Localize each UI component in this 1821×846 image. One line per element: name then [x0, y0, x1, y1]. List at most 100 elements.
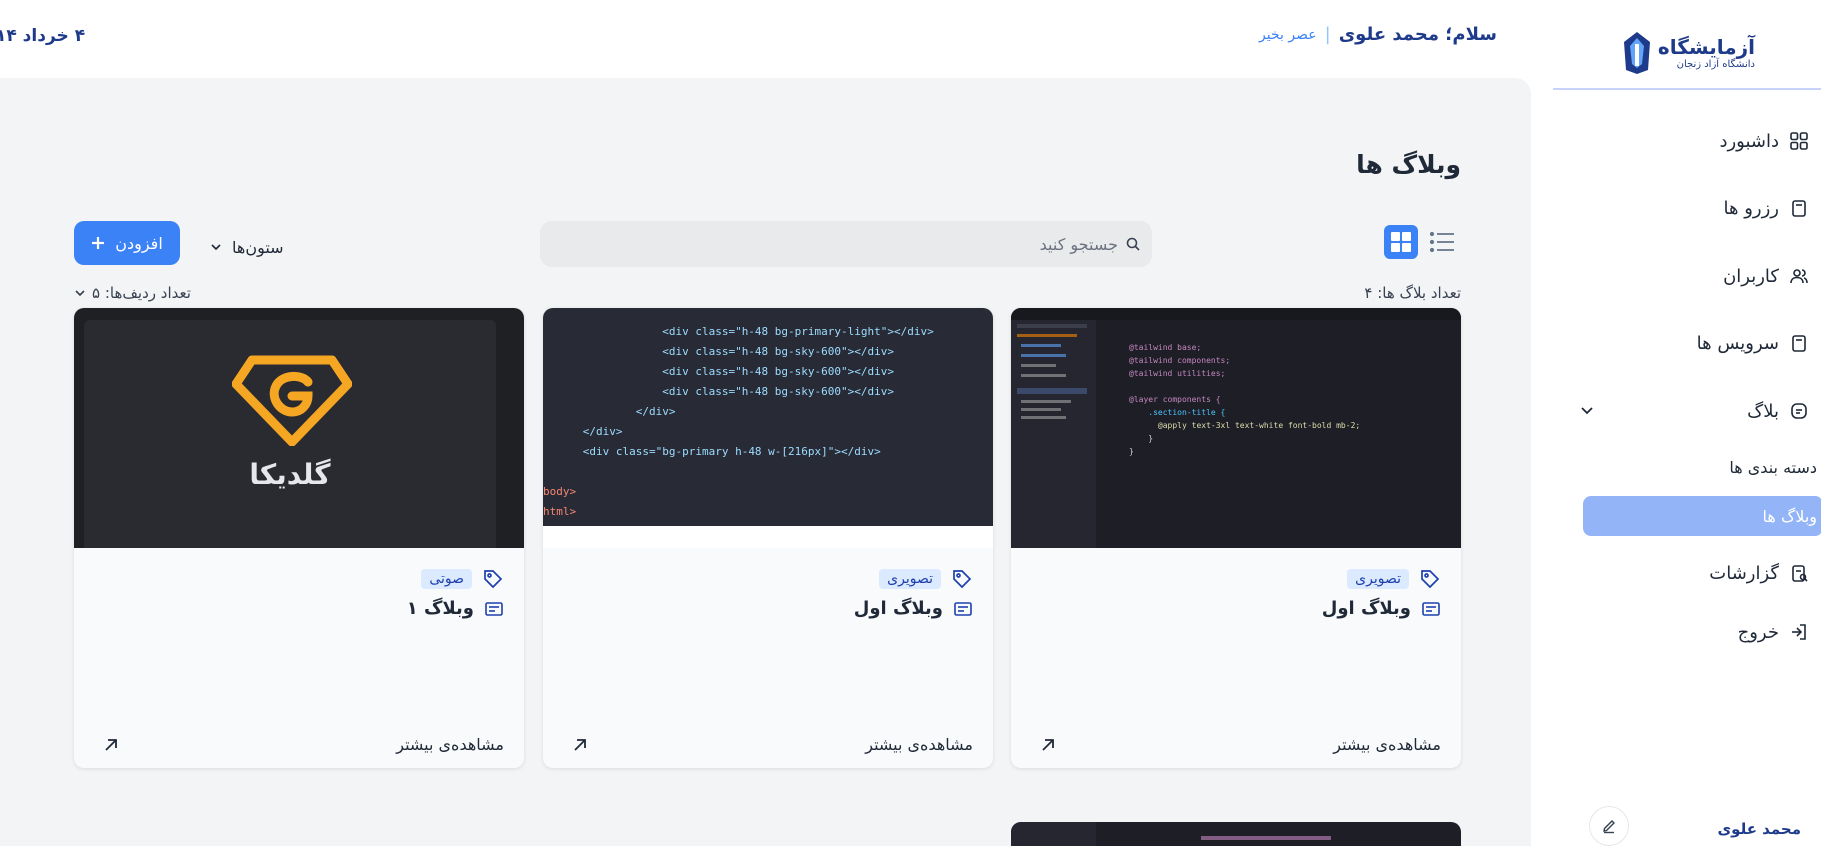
sidebar-item-services[interactable]: سرویس ها: [1697, 323, 1809, 363]
css-line: @tailwind base;: [1129, 343, 1202, 352]
sidebar-item-label: بلاگ: [1747, 400, 1779, 422]
dashboard-icon: [1789, 131, 1809, 151]
time-of-day: عصر بخیر: [1259, 26, 1317, 43]
sidebar-item-dashboard[interactable]: داشبورد: [1719, 121, 1809, 161]
logout-icon: [1789, 622, 1809, 642]
css-line: @tailwind utilities;: [1129, 369, 1226, 378]
sidebar-subitem-blogs[interactable]: وبلاگ ها: [1583, 496, 1821, 536]
goldika-wordmark: گلدیکا: [249, 458, 331, 491]
sidebar-item-label: گزارشات: [1709, 562, 1779, 584]
category-badge: تصویری: [879, 569, 941, 589]
sidebar-item-label: کاربران: [1723, 265, 1779, 287]
search-input[interactable]: [618, 234, 1118, 254]
category-badge: تصویری: [1347, 569, 1409, 589]
sidebar-item-reports[interactable]: گزارشات: [1709, 553, 1809, 593]
sidebar-item-label: خروج: [1737, 621, 1779, 643]
code-line: <div class="h-48 bg-sky-600"></div>: [662, 345, 895, 358]
sidebar-subitem-categories[interactable]: دسته بندی ها: [1729, 458, 1817, 477]
main-content: وبلاگ ها ستون‌ها افزودن تعداد بلاگ ها: ۴…: [0, 78, 1531, 846]
clipboard-icon: [1789, 333, 1809, 353]
sidebar-item-users[interactable]: کاربران: [1723, 256, 1809, 296]
css-line: @layer components {: [1129, 395, 1221, 404]
university-emblem-icon: [1623, 32, 1650, 74]
blog-card: گلدیکا صوتی وبلاگ ۱ مشاهده‌ی بیشتر: [74, 308, 524, 768]
logo: آزمایشگاه دانشگاه آزاد زنجان: [1622, 30, 1755, 76]
sidebar-item-logout[interactable]: خروج: [1738, 612, 1809, 652]
clipboard-icon: [1789, 198, 1809, 218]
tag-icon: [953, 570, 972, 589]
blog-icon: [1789, 401, 1809, 421]
page-title: وبلاگ ها: [1356, 150, 1461, 179]
code-line: </div>: [582, 425, 623, 438]
rows-label: تعداد ردیف‌ها: ۵: [92, 284, 191, 302]
sidebar-item-label: سرویس ها: [1696, 332, 1779, 354]
card-title: وبلاگ اول: [1321, 598, 1411, 619]
goldika-logo-icon: [232, 355, 352, 446]
see-more-link[interactable]: مشاهده‌ی بیشتر: [1031, 735, 1441, 754]
code-line: <div class="bg-primary h-48 w-[216px]"><…: [582, 445, 881, 458]
css-line: @apply text-3xl text-white font-bold mb-…: [1157, 421, 1361, 430]
profile-name: محمد علوی: [1717, 820, 1801, 838]
code-line: <div class="h-48 bg-sky-600"></div>: [662, 365, 895, 378]
see-more-link[interactable]: مشاهده‌ی بیشتر: [563, 735, 973, 754]
logo-title: آزمایشگاه: [1657, 35, 1755, 59]
arrow-up-right-icon: [1042, 738, 1054, 751]
greeting-separator: |: [1324, 24, 1331, 45]
rows-per-page-select[interactable]: تعداد ردیف‌ها: ۵: [74, 284, 191, 302]
see-more-link[interactable]: مشاهده‌ی بیشتر: [94, 735, 504, 754]
columns-label: ستون‌ها: [232, 237, 284, 257]
card-title: وبلاگ ۱: [406, 598, 474, 619]
logo-subtitle: دانشگاه آزاد زنجان: [1676, 59, 1755, 70]
blog-card-image: <div class="h-48 bg-primary-light"></div…: [543, 308, 993, 548]
chevron-down-icon[interactable]: [1579, 402, 1595, 418]
category-badge: صوتی: [421, 569, 472, 589]
search-icon: [1126, 237, 1140, 251]
sidebar-item-label: رزرو ها: [1723, 197, 1779, 219]
current-date: ۴ خرداد ۱۴: [0, 26, 86, 46]
blog-card: @tailwind base; @tailwind components; @t…: [1011, 308, 1461, 768]
blog-card-image: گلدیکا: [74, 308, 524, 548]
card-title: وبلاگ اول: [853, 598, 943, 619]
report-icon: [1789, 563, 1809, 583]
blog-count: تعداد بلاگ ها: ۴: [1364, 284, 1461, 302]
arrow-up-right-icon: [574, 738, 586, 751]
sidebar-item-label: داشبورد: [1719, 130, 1779, 152]
logo-divider: [1553, 88, 1821, 90]
grid-icon: [1391, 232, 1411, 252]
arrow-up-right-icon: [105, 738, 117, 751]
code-line: <div class="h-48 bg-primary-light"></div…: [662, 325, 934, 338]
code-line: </div>: [635, 405, 676, 418]
chevron-down-icon: [75, 290, 85, 297]
blog-card-image: [1011, 822, 1461, 846]
sidebar: آزمایشگاه دانشگاه آزاد زنجان داشبورد رزر…: [1553, 0, 1821, 846]
greeting: سلام؛ محمد علوی | عصر بخیر: [1259, 24, 1497, 45]
see-more-label: مشاهده‌ی بیشتر: [865, 735, 973, 754]
blog-card-image: @tailwind base; @tailwind components; @t…: [1011, 308, 1461, 548]
columns-dropdown[interactable]: ستون‌ها: [210, 233, 284, 261]
add-button[interactable]: افزودن: [74, 221, 180, 265]
css-line: .section-title {: [1148, 408, 1226, 417]
article-icon: [1422, 601, 1440, 616]
greeting-text: سلام؛ محمد علوی: [1338, 24, 1497, 45]
tag-icon: [484, 570, 503, 589]
plus-icon: [92, 237, 105, 249]
search-box: [540, 221, 1152, 267]
sidebar-item-blog[interactable]: بلاگ: [1747, 391, 1809, 431]
css-line: }: [1129, 447, 1134, 456]
grid-view-button[interactable]: [1384, 225, 1418, 259]
edit-profile-button[interactable]: [1589, 806, 1629, 846]
list-view-button[interactable]: [1428, 228, 1456, 256]
see-more-label: مشاهده‌ی بیشتر: [1333, 735, 1441, 754]
add-label: افزودن: [115, 233, 163, 253]
code-line: html>: [543, 505, 577, 518]
blog-card: <div class="h-48 bg-primary-light"></div…: [543, 308, 993, 768]
users-icon: [1789, 266, 1809, 286]
top-header: سلام؛ محمد علوی | عصر بخیر ۴ خرداد ۱۴: [0, 0, 1553, 78]
chevron-down-icon: [211, 244, 221, 251]
tag-icon: [1421, 570, 1440, 589]
sidebar-item-reservations[interactable]: رزرو ها: [1724, 188, 1809, 228]
css-line: @tailwind components;: [1129, 356, 1231, 365]
article-icon: [954, 601, 972, 616]
list-icon: [1429, 231, 1454, 253]
css-line: }: [1148, 434, 1154, 443]
